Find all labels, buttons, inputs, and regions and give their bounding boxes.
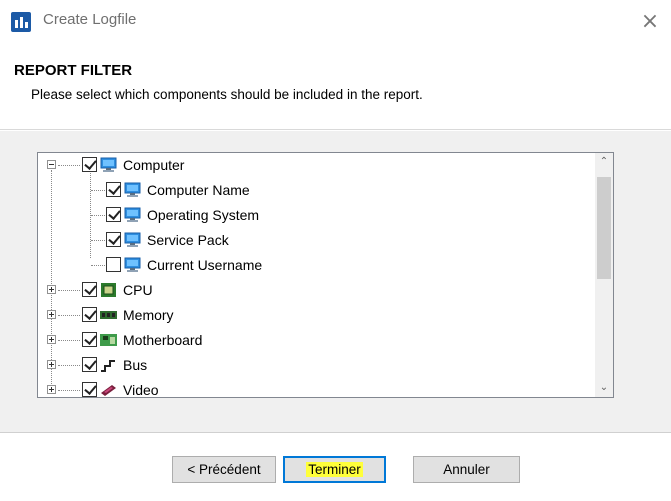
tree-item-label: Service Pack — [147, 232, 229, 248]
tree-connector-line — [91, 240, 105, 241]
tree-item-checkbox[interactable] — [106, 257, 121, 272]
monitor-icon — [124, 257, 141, 273]
previous-button[interactable]: < Précédent — [172, 456, 276, 483]
expand-icon[interactable] — [47, 285, 56, 294]
tree-item-label: Computer — [123, 157, 185, 173]
tree-item[interactable]: Video — [38, 378, 595, 397]
tree-connector-line — [58, 315, 80, 316]
tree-connector-line — [91, 190, 105, 191]
close-icon[interactable]: × — [636, 8, 664, 36]
tree-item-label: Motherboard — [123, 332, 203, 348]
scroll-thumb[interactable] — [597, 177, 611, 279]
monitor-icon — [124, 207, 141, 223]
tree-item[interactable]: Motherboard — [38, 328, 595, 353]
tree-item-label: Video — [123, 382, 159, 397]
window-title: Create Logfile — [43, 11, 137, 28]
wizard-header: REPORT FILTER Please select which compon… — [0, 44, 671, 130]
monitor-icon — [124, 232, 141, 248]
collapse-icon[interactable] — [47, 160, 56, 169]
scroll-up-icon[interactable]: ⌃ — [595, 153, 613, 171]
expand-icon[interactable] — [47, 360, 56, 369]
tree-item-checkbox[interactable] — [82, 332, 97, 347]
tree-item[interactable]: Bus — [38, 353, 595, 378]
motherboard-icon — [100, 332, 117, 348]
tree-item[interactable]: Computer Name — [38, 178, 595, 203]
page-title: REPORT FILTER — [14, 62, 133, 79]
tree-item-checkbox[interactable] — [106, 182, 121, 197]
finish-button[interactable]: Terminer — [283, 456, 386, 483]
tree-view[interactable]: Computer Computer Name Operating System Ser… — [38, 153, 595, 397]
tree-item-label: CPU — [123, 282, 153, 298]
title-bar: Create Logfile × — [0, 0, 671, 44]
tree-connector-line — [91, 215, 105, 216]
cancel-button[interactable]: Annuler — [413, 456, 520, 483]
monitor-icon — [100, 157, 117, 173]
tree-item-label: Current Username — [147, 257, 263, 273]
tree-item[interactable]: Service Pack — [38, 228, 595, 253]
bus-icon — [100, 357, 117, 373]
tree-item-checkbox[interactable] — [106, 207, 121, 222]
cpu-icon — [100, 282, 117, 298]
tree-item-checkbox[interactable] — [106, 232, 121, 247]
monitor-icon — [124, 182, 141, 198]
component-tree[interactable]: Computer Computer Name Operating System Ser… — [37, 152, 614, 398]
tree-item[interactable]: Operating System — [38, 203, 595, 228]
memory-icon — [100, 307, 117, 323]
tree-item-label: Bus — [123, 357, 148, 373]
tree-item[interactable]: CPU — [38, 278, 595, 303]
tree-item-label: Operating System — [147, 207, 260, 223]
finish-button-label: Terminer — [306, 462, 363, 477]
tree-item-checkbox[interactable] — [82, 157, 97, 172]
tree-connector-line — [58, 340, 80, 341]
tree-connector-line — [91, 265, 105, 266]
tree-item-checkbox[interactable] — [82, 282, 97, 297]
tree-item-checkbox[interactable] — [82, 382, 97, 397]
tree-connector-line — [58, 165, 80, 166]
tree-connector-line — [58, 390, 80, 391]
scroll-down-icon[interactable]: ⌄ — [595, 379, 613, 397]
tree-item-label: Computer Name — [147, 182, 250, 198]
expand-icon[interactable] — [47, 310, 56, 319]
tree-item-label: Memory — [123, 307, 174, 323]
page-subtitle: Please select which components should be… — [31, 87, 423, 102]
chart-app-icon — [11, 12, 31, 32]
tree-item[interactable]: Current Username — [38, 253, 595, 278]
tree-connector-line — [58, 365, 80, 366]
tree-item[interactable]: Computer — [38, 153, 595, 178]
expand-icon[interactable] — [47, 385, 56, 394]
expand-icon[interactable] — [47, 335, 56, 344]
tree-connector-line — [58, 290, 80, 291]
tree-item[interactable]: Memory — [38, 303, 595, 328]
tree-item-checkbox[interactable] — [82, 357, 97, 372]
vertical-scrollbar[interactable]: ⌃ ⌄ — [595, 153, 613, 397]
video-card-icon — [100, 382, 117, 397]
tree-item-checkbox[interactable] — [82, 307, 97, 322]
